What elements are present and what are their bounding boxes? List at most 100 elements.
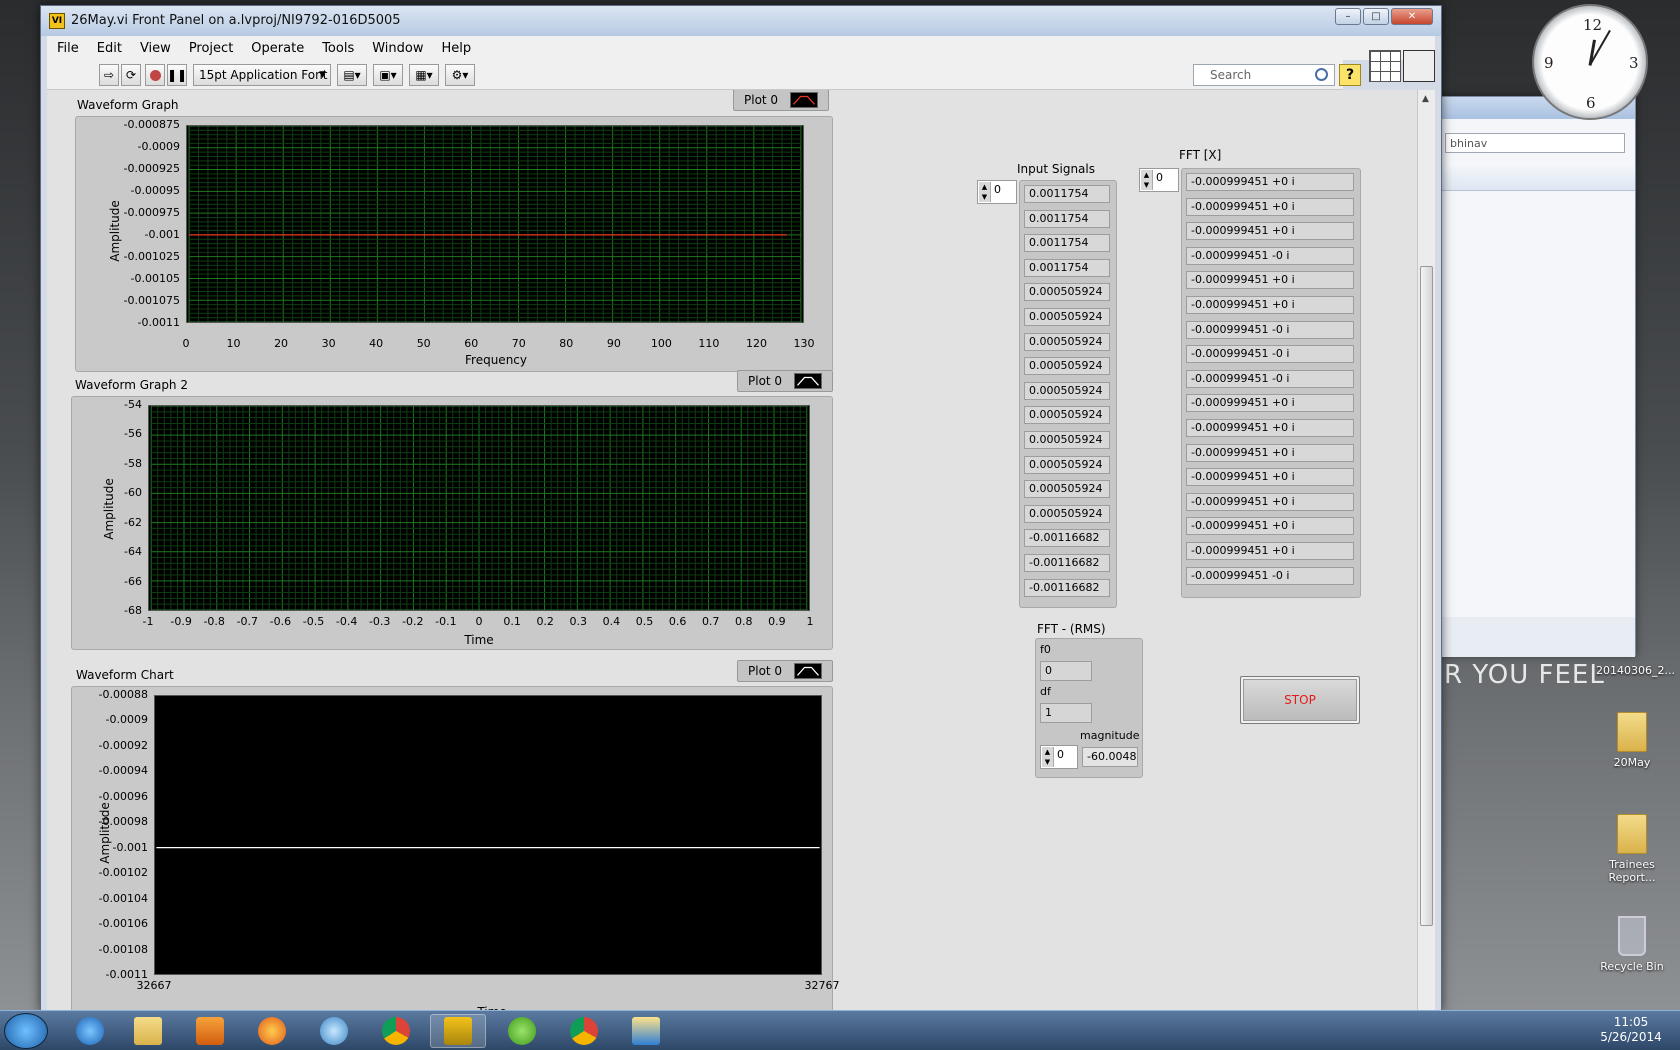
array-element[interactable]: 0.000505924	[1024, 332, 1110, 351]
vi-icon[interactable]	[1403, 50, 1435, 82]
minimize-button[interactable]: –	[1335, 8, 1361, 25]
x-tick-label[interactable]: 90	[594, 337, 634, 350]
x-tick-label[interactable]: 70	[499, 337, 539, 350]
waveform-graph-legend[interactable]: Plot 0	[733, 90, 829, 111]
array-element[interactable]: -0.000999451 -0 i	[1186, 566, 1354, 585]
pause-button[interactable]: ❚❚	[167, 64, 187, 86]
taskbar-chrome-2[interactable]	[556, 1014, 612, 1048]
waveform-chart-legend[interactable]: Plot 0	[737, 660, 833, 682]
desktop-icon-recycle-bin[interactable]: Recycle Bin	[1592, 916, 1672, 973]
menu-project[interactable]: Project	[189, 39, 233, 58]
menu-tools[interactable]: Tools	[322, 39, 354, 58]
menu-file[interactable]: File	[57, 39, 79, 58]
array-element[interactable]: -0.00116682	[1024, 529, 1110, 548]
array-element[interactable]: -0.000999451 +0 i	[1186, 271, 1354, 290]
menu-window[interactable]: Window	[372, 39, 423, 58]
x-tick-label[interactable]: 130	[784, 337, 824, 350]
y-tick-label[interactable]: -0.00096	[78, 790, 148, 803]
clock-gadget[interactable]: 12 3 6 9	[1532, 4, 1648, 120]
x-tick-label[interactable]: 30	[309, 337, 349, 350]
y-tick-label[interactable]: -0.00102	[78, 866, 148, 879]
menu-operate[interactable]: Operate	[251, 39, 304, 58]
array-element[interactable]: -0.000999451 +0 i	[1186, 492, 1354, 511]
system-clock[interactable]: 11:05 5/26/2014	[1594, 1015, 1668, 1045]
y-tick-label[interactable]: -0.0011	[110, 316, 180, 329]
fft-x-index[interactable]: ▲ ▼ 0	[1139, 168, 1179, 192]
scrollbar-thumb[interactable]	[1420, 266, 1433, 926]
start-button[interactable]	[4, 1013, 48, 1049]
taskbar-media-player[interactable]	[182, 1014, 238, 1048]
array-element[interactable]: -0.000999451 +0 i	[1186, 197, 1354, 216]
close-button[interactable]: ✕	[1391, 8, 1433, 25]
background-window-search[interactable]: bhinav	[1445, 133, 1625, 153]
y-tick-label[interactable]: -0.000925	[110, 162, 180, 175]
reorder-button[interactable]: ⚙▾	[445, 64, 475, 86]
panel-vertical-scrollbar[interactable]: ▲	[1417, 90, 1435, 1016]
x-tick-label[interactable]: 20	[261, 337, 301, 350]
y-tick-label[interactable]: -66	[72, 575, 142, 588]
array-element[interactable]: 0.0011754	[1024, 185, 1110, 203]
taskbar-network-app[interactable]	[306, 1014, 362, 1048]
y-tick-label[interactable]: -0.00108	[78, 943, 148, 956]
x-axis-max[interactable]: 32767	[802, 979, 842, 992]
waveform-graph-plot-area[interactable]	[186, 125, 804, 323]
magnitude-index[interactable]: ▲ ▼ 0	[1040, 745, 1078, 769]
run-button[interactable]: ⇨	[99, 64, 119, 86]
y-tick-label[interactable]: -0.001	[78, 841, 148, 854]
labview-front-panel-window[interactable]: VI 26May.vi Front Panel on a.lvproj/NI97…	[40, 5, 1442, 1016]
y-tick-label[interactable]: -0.000875	[110, 118, 180, 131]
x-axis-min[interactable]: 32667	[134, 979, 174, 992]
background-explorer-window[interactable]: bhinav	[1436, 96, 1636, 657]
x-tick-label[interactable]: 80	[546, 337, 586, 350]
array-element[interactable]: -0.000999451 +0 i	[1186, 173, 1354, 191]
x-tick-label[interactable]: 60	[451, 337, 491, 350]
y-tick-label[interactable]: -0.00092	[78, 739, 148, 752]
menu-help[interactable]: Help	[441, 39, 471, 58]
x-tick-label[interactable]: 120	[736, 337, 776, 350]
waveform-graph-2-legend[interactable]: Plot 0	[737, 370, 833, 392]
search-input[interactable]: Search	[1193, 64, 1335, 86]
menu-edit[interactable]: Edit	[97, 39, 122, 58]
array-element[interactable]: -0.000999451 -0 i	[1186, 345, 1354, 364]
stop-button[interactable]: STOP	[1240, 676, 1360, 724]
run-continuously-button[interactable]: ⟳	[121, 64, 141, 86]
array-element[interactable]: 0.0011754	[1024, 209, 1110, 228]
array-element[interactable]: -0.000999451 +0 i	[1186, 443, 1354, 462]
x-tick-label[interactable]: 10	[214, 337, 254, 350]
scroll-up-icon[interactable]: ▲	[1422, 94, 1429, 104]
menu-view[interactable]: View	[140, 39, 171, 58]
x-tick-label[interactable]: 110	[689, 337, 729, 350]
font-select[interactable]: 15pt Application Font ▼	[193, 64, 331, 86]
index-spinner[interactable]: ▲ ▼	[979, 182, 991, 202]
array-element[interactable]: -0.000999451 +0 i	[1186, 517, 1354, 536]
f0-field[interactable]: 0	[1040, 661, 1092, 681]
x-tick-label[interactable]: 1	[790, 615, 830, 628]
y-tick-label[interactable]: -56	[72, 427, 142, 440]
connector-pane-icon[interactable]	[1369, 50, 1401, 82]
y-tick-label[interactable]: -54	[72, 398, 142, 411]
taskbar-labview[interactable]	[430, 1014, 486, 1048]
x-tick-label[interactable]: 0	[166, 337, 206, 350]
desktop-file-label[interactable]: 20140306_2...	[1596, 664, 1675, 677]
array-element[interactable]: -0.000999451 +0 i	[1186, 296, 1354, 314]
array-element[interactable]: -0.000999451 -0 i	[1186, 320, 1354, 339]
array-element[interactable]: 0.000505924	[1024, 431, 1110, 449]
array-element[interactable]: 0.000505924	[1024, 283, 1110, 302]
taskbar-firefox[interactable]	[244, 1014, 300, 1048]
taskbar-app[interactable]	[618, 1014, 674, 1048]
taskbar-utorrent[interactable]	[494, 1014, 550, 1048]
array-element[interactable]: 0.000505924	[1024, 381, 1110, 400]
array-element[interactable]: -0.000999451 +0 i	[1186, 468, 1354, 487]
desktop-icon-trainees-report[interactable]: Trainees Report...	[1592, 814, 1672, 884]
maximize-button[interactable]: □	[1363, 8, 1389, 25]
array-element[interactable]: -0.000999451 +0 i	[1186, 419, 1354, 437]
y-tick-label[interactable]: -0.00106	[78, 917, 148, 930]
align-objects-button[interactable]: ▤▾	[337, 64, 367, 86]
df-field[interactable]: 1	[1040, 703, 1092, 723]
index-spinner[interactable]: ▲ ▼	[1141, 170, 1153, 190]
context-help-button[interactable]: ?	[1339, 64, 1361, 86]
array-element[interactable]: -0.000999451 +0 i	[1186, 394, 1354, 413]
array-element[interactable]: 0.000505924	[1024, 504, 1110, 523]
array-element[interactable]: 0.0011754	[1024, 258, 1110, 277]
y-tick-label[interactable]: -0.00088	[78, 688, 148, 701]
